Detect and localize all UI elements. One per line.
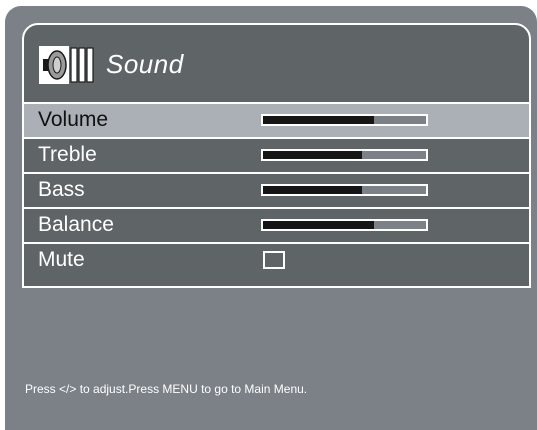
balance-slider[interactable]: [261, 219, 428, 231]
menu-item-volume[interactable]: Volume: [24, 102, 529, 137]
menu-item-treble[interactable]: Treble: [24, 137, 529, 172]
balance-slider-fill: [263, 221, 374, 229]
osd-menu-window: Sound Volume Treble Bass Balance Mute Pr…: [5, 6, 537, 430]
volume-slider-fill: [263, 116, 374, 124]
treble-slider-fill: [263, 151, 363, 159]
menu-item-label: Mute: [38, 248, 85, 271]
menu-item-mute[interactable]: Mute: [24, 242, 529, 277]
menu-item-label: Bass: [38, 178, 85, 201]
sound-menu-panel: Sound Volume Treble Bass Balance Mute: [22, 23, 531, 288]
mute-checkbox[interactable]: [263, 251, 285, 269]
menu-item-bass[interactable]: Bass: [24, 172, 529, 207]
help-hint: Press </> to adjust.Press MENU to go to …: [25, 382, 308, 396]
menu-title: Sound: [106, 49, 184, 79]
menu-items: Volume Treble Bass Balance Mute: [24, 102, 529, 277]
menu-item-balance[interactable]: Balance: [24, 207, 529, 242]
bass-slider-fill: [263, 186, 363, 194]
menu-item-label: Volume: [38, 108, 109, 131]
menu-item-label: Balance: [38, 213, 114, 236]
bass-slider[interactable]: [261, 184, 428, 196]
menu-item-label: Treble: [38, 143, 97, 166]
menu-header: Sound: [24, 25, 529, 100]
treble-slider[interactable]: [261, 149, 428, 161]
speaker-icon: [39, 46, 94, 84]
volume-slider[interactable]: [261, 114, 428, 126]
